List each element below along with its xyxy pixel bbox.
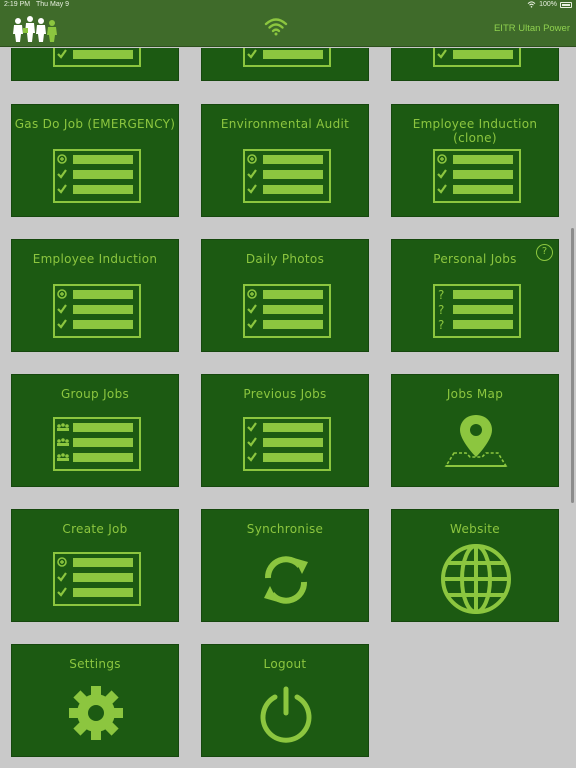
checklist-icon xyxy=(53,48,141,67)
checkmark-list-icon xyxy=(243,417,331,471)
tile-label: Website xyxy=(450,522,500,536)
tile-label: Logout xyxy=(263,657,307,671)
app-title: EITR Ultan Power xyxy=(493,23,570,34)
status-bar: 2:19 PM Thu May 9 100% xyxy=(0,0,576,12)
question-list-icon: ? ? ? xyxy=(433,284,521,338)
tile-label: Create Job xyxy=(62,522,128,536)
tile-jobs-map[interactable]: Jobs Map xyxy=(391,374,559,487)
tile-label: Group Jobs xyxy=(60,387,130,401)
tile-personal-jobs[interactable]: ? Personal Jobs ? ? ? xyxy=(391,239,559,352)
checklist-icon xyxy=(243,284,331,338)
svg-text:?: ? xyxy=(438,318,444,332)
tile-label: Employee Induction (clone) xyxy=(412,117,538,145)
tile-employee-induction-clone[interactable]: Employee Induction (clone) xyxy=(391,104,559,217)
tile-logout[interactable]: Logout xyxy=(201,644,369,757)
checklist-icon xyxy=(53,552,141,606)
globe-icon xyxy=(441,544,511,614)
power-icon xyxy=(260,686,312,743)
svg-text:?: ? xyxy=(438,303,444,317)
tile-grid: Gas Do Job (EMERGENCY) Environmental Aud… xyxy=(0,48,576,768)
status-time: 2:19 PM xyxy=(4,1,31,8)
tile-environmental-audit[interactable]: Environmental Audit xyxy=(201,104,369,217)
checklist-icon xyxy=(433,149,521,203)
checklist-icon xyxy=(433,48,521,67)
workers-logo-icon[interactable] xyxy=(10,14,58,44)
nav-bar: EITR Ultan Power xyxy=(0,12,576,47)
tile-label: Daily Photos xyxy=(245,252,325,266)
tile-previous-jobs[interactable]: Previous Jobs xyxy=(201,374,369,487)
tile-label: Personal Jobs xyxy=(433,252,517,266)
tile-label: Previous Jobs xyxy=(243,387,327,401)
map-pin-icon xyxy=(444,415,508,467)
checklist-icon xyxy=(53,149,141,203)
tile-label: Settings xyxy=(69,657,121,671)
battery-icon xyxy=(560,1,572,8)
tile-partial-3[interactable] xyxy=(391,48,559,81)
tile-employee-induction[interactable]: Employee Induction xyxy=(11,239,179,352)
status-wifi-icon xyxy=(527,1,536,8)
checklist-icon xyxy=(53,284,141,338)
tile-gas-do-job[interactable]: Gas Do Job (EMERGENCY) xyxy=(11,104,179,217)
tile-group-jobs[interactable]: Group Jobs xyxy=(11,374,179,487)
tile-label: Employee Induction xyxy=(32,252,158,266)
tile-website[interactable]: Website xyxy=(391,509,559,622)
tile-partial-1[interactable] xyxy=(11,48,179,81)
checklist-icon xyxy=(243,48,331,67)
status-right: 100% xyxy=(527,1,572,8)
scrollbar[interactable] xyxy=(571,228,574,503)
tile-label: Jobs Map xyxy=(446,387,504,401)
battery-percent: 100% xyxy=(539,1,557,8)
tile-create-job[interactable]: Create Job xyxy=(11,509,179,622)
tile-daily-photos[interactable]: Daily Photos xyxy=(201,239,369,352)
gear-icon xyxy=(69,686,123,740)
wifi-icon xyxy=(264,18,288,36)
tile-label: Environmental Audit xyxy=(220,117,350,131)
svg-text:?: ? xyxy=(438,288,444,302)
sync-icon xyxy=(264,556,308,604)
group-list-icon xyxy=(53,417,141,471)
tile-settings[interactable]: Settings xyxy=(11,644,179,757)
tile-partial-2[interactable] xyxy=(201,48,369,81)
tile-label: Gas Do Job (EMERGENCY) xyxy=(14,117,176,131)
status-date: Thu May 9 xyxy=(36,1,70,8)
tile-label: Synchronise xyxy=(246,522,324,536)
checklist-icon xyxy=(243,149,331,203)
tile-synchronise[interactable]: Synchronise xyxy=(201,509,369,622)
